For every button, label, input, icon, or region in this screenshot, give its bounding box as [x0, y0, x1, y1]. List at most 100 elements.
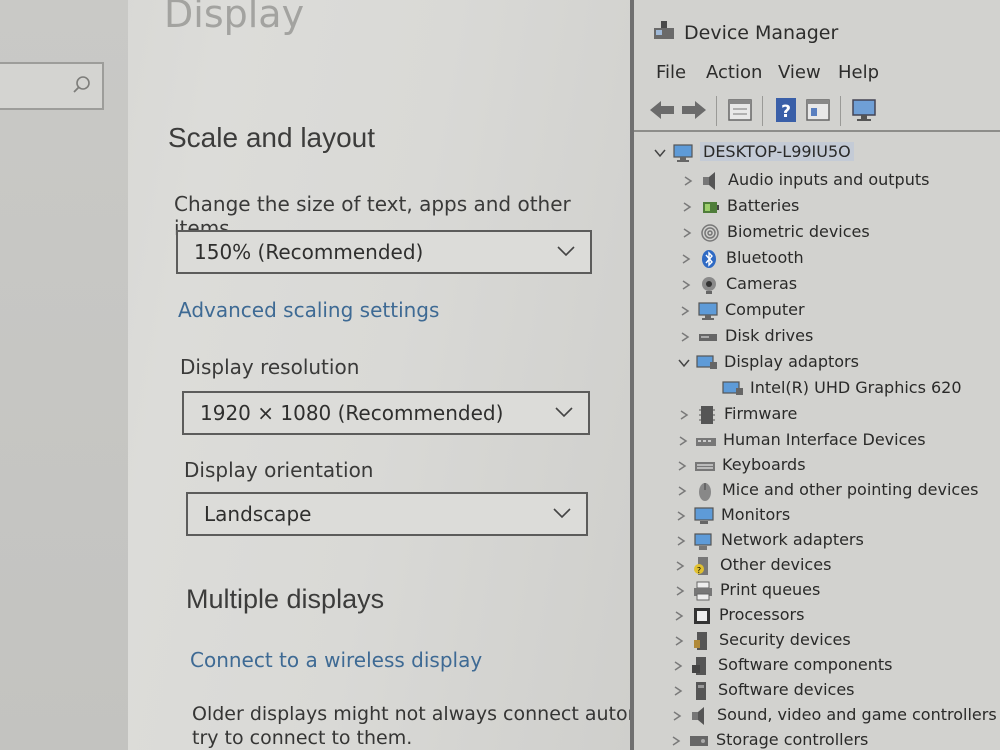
chevron-right-icon[interactable]	[672, 685, 684, 697]
speaker-icon	[703, 172, 715, 190]
bluetooth-icon	[702, 250, 716, 268]
orientation-label: Display orientation	[184, 458, 374, 482]
properties-icon[interactable]	[726, 96, 754, 124]
display-adapter-icon	[722, 381, 743, 395]
orientation-dropdown-value: Landscape	[204, 502, 312, 526]
keyboard-icon	[695, 462, 715, 471]
toolbar-separator	[840, 96, 841, 126]
chevron-right-icon[interactable]	[682, 175, 694, 187]
chevron-right-icon[interactable]	[676, 485, 688, 497]
chevron-right-icon[interactable]	[674, 560, 686, 572]
tree-item-label: Audio inputs and outputs	[728, 170, 930, 189]
menu-file[interactable]: File	[656, 62, 686, 83]
tree-item-label: Firmware	[724, 404, 798, 423]
mouse-icon	[699, 483, 711, 501]
device-manager-icon	[654, 21, 674, 39]
settings-nav-pane	[0, 0, 128, 750]
chevron-down-icon	[557, 246, 575, 257]
tree-item-label: Print queues	[720, 580, 821, 599]
chevron-down-icon	[555, 407, 573, 418]
chevron-right-icon[interactable]	[675, 510, 687, 522]
tree-item-label: Computer	[725, 300, 805, 319]
tree-item-label: Batteries	[727, 196, 800, 215]
tree-item-label: Software components	[718, 655, 893, 674]
tree-item-label: Intel(R) UHD Graphics 620	[750, 378, 962, 397]
toolbar-separator	[716, 96, 717, 126]
security-device-icon	[694, 632, 707, 650]
tree-item-label: Human Interface Devices	[723, 430, 926, 449]
chevron-right-icon[interactable]	[676, 460, 688, 472]
camera-icon	[702, 277, 716, 294]
forward-arrow-icon[interactable]	[680, 96, 708, 124]
resolution-label: Display resolution	[180, 355, 360, 379]
older-displays-note-line2: try to connect to them.	[192, 727, 413, 749]
wireless-display-link[interactable]: Connect to a wireless display	[190, 648, 482, 672]
settings-search-box[interactable]	[0, 62, 104, 110]
scale-dropdown[interactable]: 150% (Recommended)	[176, 230, 592, 274]
menu-bar: File Action View Help	[634, 62, 1000, 92]
tree-item-label: Sound, video and game controllers	[717, 705, 997, 724]
scale-dropdown-value: 150% (Recommended)	[194, 240, 424, 264]
chevron-right-icon[interactable]	[680, 253, 692, 265]
toolbar: ?	[634, 92, 1000, 132]
firmware-icon	[699, 406, 715, 424]
chevron-right-icon[interactable]	[677, 435, 689, 447]
chevron-right-icon[interactable]	[670, 735, 682, 747]
computer-icon	[698, 302, 718, 320]
menu-help[interactable]: Help	[838, 62, 879, 83]
help-icon[interactable]: ?	[772, 96, 800, 124]
chevron-right-icon[interactable]	[675, 535, 687, 547]
chevron-right-icon[interactable]	[681, 201, 693, 213]
chevron-right-icon[interactable]	[673, 635, 685, 647]
scan-hardware-icon[interactable]	[850, 96, 878, 124]
tree-item-label: Processors	[719, 605, 805, 624]
tree-item-label: Disk drives	[725, 326, 814, 345]
svg-text:?: ?	[781, 102, 791, 122]
chevron-right-icon[interactable]	[680, 279, 692, 291]
chevron-right-icon[interactable]	[681, 227, 693, 239]
menu-action[interactable]: Action	[706, 62, 762, 83]
display-adapter-icon	[696, 355, 717, 369]
older-displays-note-line1: Older displays might not always connect …	[192, 703, 630, 725]
device-tree: DESKTOP-L99IU5O Audio inputs and outputs B…	[634, 136, 1000, 750]
tree-item-label: Mice and other pointing devices	[722, 480, 979, 499]
chevron-right-icon[interactable]	[679, 305, 691, 317]
multiple-displays-header: Multiple displays	[186, 584, 385, 614]
tree-item-label: Monitors	[721, 505, 791, 524]
page-title: Display	[164, 0, 305, 36]
advanced-scaling-link[interactable]: Advanced scaling settings	[178, 298, 439, 322]
toolbar-separator	[762, 96, 763, 126]
svg-text:?: ?	[697, 566, 701, 575]
scale-layout-header: Scale and layout	[168, 122, 376, 153]
orientation-dropdown[interactable]: Landscape	[186, 492, 588, 536]
disk-drive-icon	[699, 334, 717, 341]
resolution-dropdown[interactable]: 1920 × 1080 (Recommended)	[182, 391, 590, 435]
computer-icon	[673, 144, 693, 162]
window-title: Device Manager	[684, 22, 839, 44]
back-arrow-icon[interactable]	[648, 96, 676, 124]
title-bar[interactable]: Device Manager	[634, 10, 1000, 54]
menu-view[interactable]: View	[778, 62, 821, 83]
processor-icon	[694, 608, 710, 624]
chevron-right-icon[interactable]	[671, 710, 683, 722]
monitor-icon	[694, 507, 714, 524]
hid-icon	[696, 438, 716, 446]
tree-item-label: Biometric devices	[727, 222, 870, 241]
settings-window: Display Scale and layout Change the size…	[0, 0, 630, 750]
chevron-right-icon[interactable]	[673, 610, 685, 622]
printer-icon	[694, 581, 712, 601]
chevron-right-icon[interactable]	[678, 409, 690, 421]
fingerprint-icon	[701, 224, 719, 242]
chevron-right-icon[interactable]	[672, 660, 684, 672]
storage-controller-icon	[690, 736, 708, 746]
chevron-right-icon[interactable]	[679, 331, 691, 343]
battery-icon	[703, 202, 719, 213]
chevron-down-icon[interactable]	[654, 147, 666, 159]
sound-icon	[692, 707, 704, 725]
update-driver-icon[interactable]	[804, 96, 832, 124]
tree-item-label: Other devices	[720, 555, 832, 574]
chevron-right-icon[interactable]	[674, 585, 686, 597]
chevron-down-icon[interactable]	[678, 357, 690, 369]
search-icon	[73, 76, 90, 93]
device-manager-window: Device Manager File Action View Help ? D…	[630, 0, 1000, 750]
